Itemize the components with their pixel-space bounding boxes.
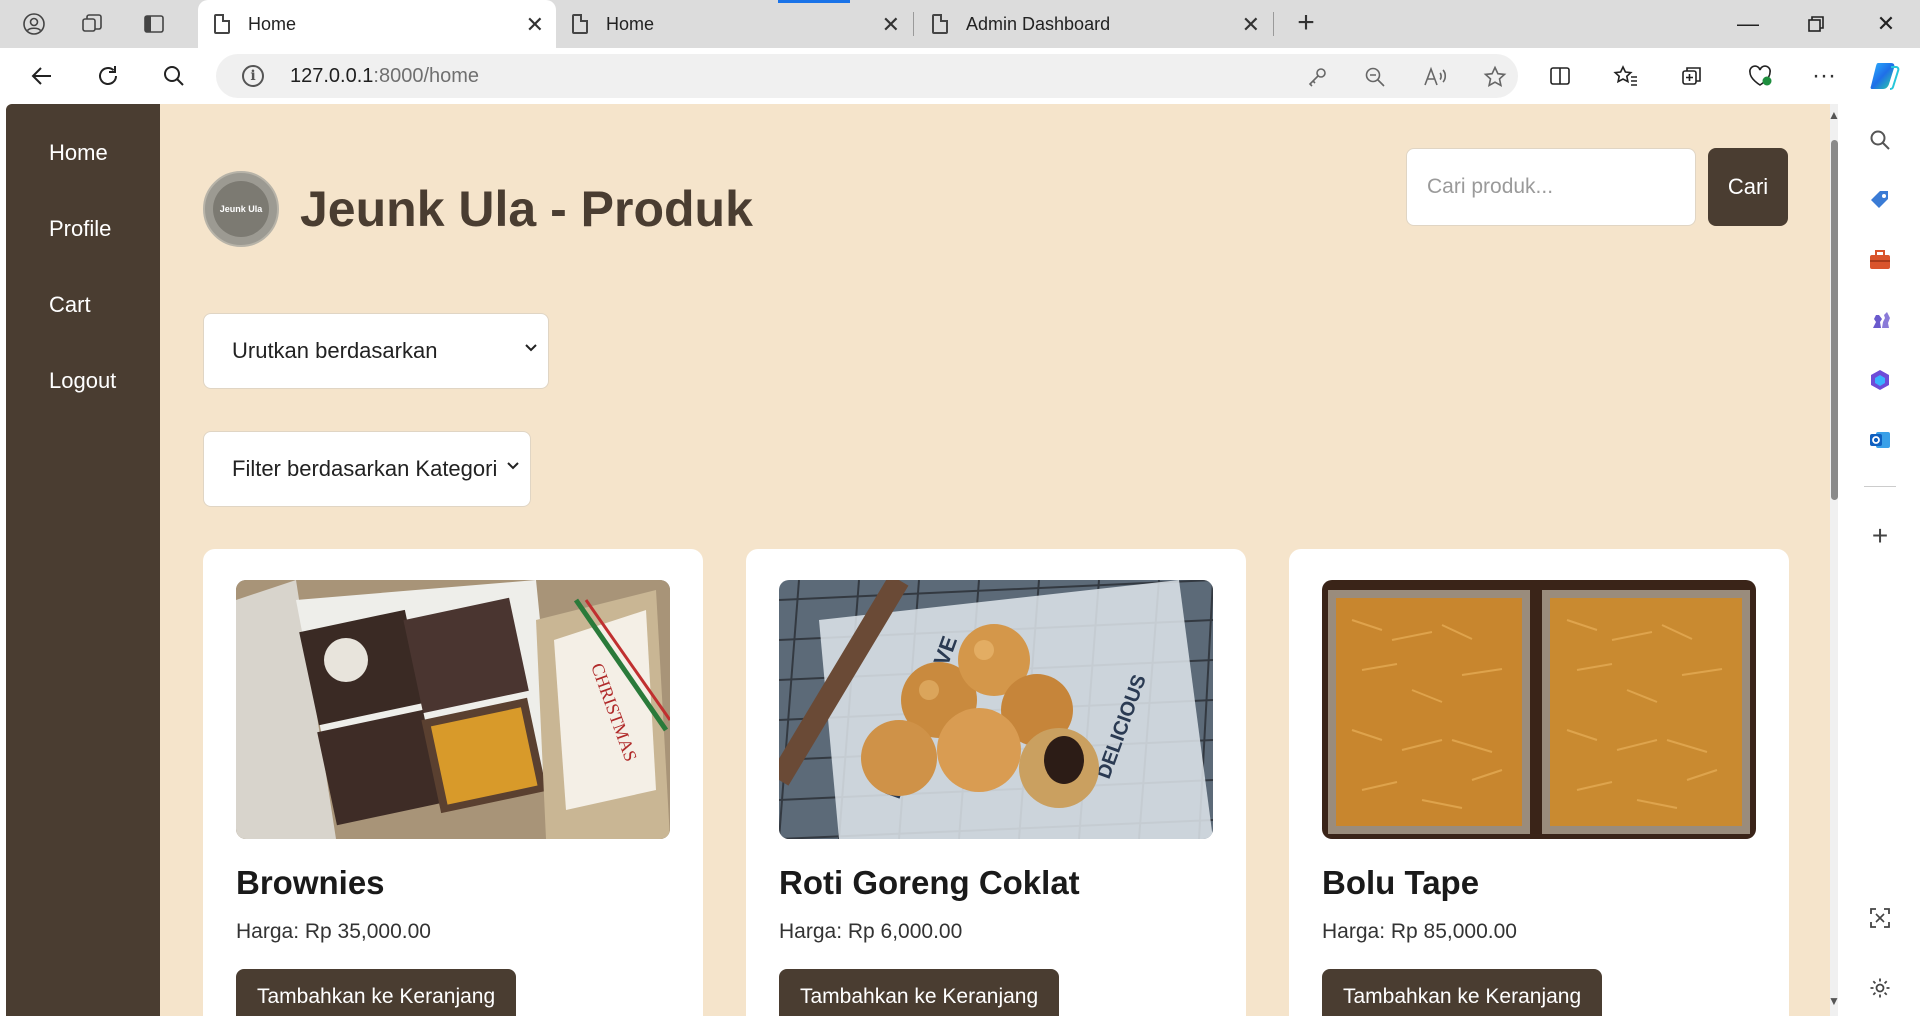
product-card: Bolu Tape Harga: Rp 85,000.00 Tambahkan … bbox=[1289, 549, 1789, 1016]
brand-logo: Jeunk Ula bbox=[203, 171, 279, 247]
add-to-cart-button[interactable]: Tambahkan ke Keranjang bbox=[236, 969, 517, 1016]
settings-more-icon[interactable]: ··· bbox=[1804, 56, 1844, 96]
read-aloud-icon[interactable] bbox=[1420, 62, 1450, 92]
search-input[interactable]: Cari produk... bbox=[1406, 148, 1696, 226]
product-image-bolu-tape bbox=[1322, 580, 1756, 839]
tab-admin-dashboard[interactable]: Admin Dashboard ✕ bbox=[916, 0, 1272, 48]
browser-tab-strip: Home ✕ Home ✕ Admin Dashboard ✕ + — ✕ bbox=[0, 0, 1920, 48]
product-price: Harga: Rp 85,000.00 bbox=[1322, 920, 1517, 943]
copilot-icon[interactable] bbox=[1866, 56, 1906, 96]
games-icon[interactable] bbox=[1862, 302, 1898, 338]
microsoft-365-icon[interactable] bbox=[1862, 362, 1898, 398]
chevron-down-icon bbox=[506, 458, 520, 476]
tools-briefcase-icon[interactable] bbox=[1862, 242, 1898, 278]
product-image-brownies: CHRISTMAS bbox=[236, 580, 670, 839]
url-text[interactable]: 127.0.0.1:8000/home bbox=[290, 65, 479, 88]
product-price: Harga: Rp 35,000.00 bbox=[236, 920, 431, 943]
browser-toolbar: i 127.0.0.1:8000/home ··· bbox=[0, 48, 1920, 104]
product-card: PREPARE LOVE DELICIOUS Roti Goreng Cokla… bbox=[746, 549, 1246, 1016]
sidebar-item-cart[interactable]: Cart bbox=[49, 292, 91, 318]
tab-title: Home bbox=[606, 13, 655, 34]
sidebar-item-logout[interactable]: Logout bbox=[49, 368, 116, 394]
product-price: Harga: Rp 6,000.00 bbox=[779, 920, 963, 943]
profile-icon[interactable] bbox=[12, 6, 56, 42]
page-title: Jeunk Ula - Produk bbox=[300, 181, 753, 237]
page-icon bbox=[572, 14, 588, 34]
collections-icon[interactable] bbox=[1672, 56, 1712, 96]
tab-separator bbox=[913, 12, 914, 36]
screenshot-icon[interactable] bbox=[1862, 900, 1898, 936]
sidebar-settings-gear-icon[interactable] bbox=[1862, 970, 1898, 1006]
outlook-icon[interactable] bbox=[1862, 422, 1898, 458]
add-sidebar-app-plus-icon[interactable]: + bbox=[1862, 518, 1898, 554]
split-screen-icon[interactable] bbox=[1540, 56, 1580, 96]
category-filter-select[interactable]: Filter berdasarkan Kategori bbox=[203, 431, 531, 507]
shopping-tag-icon[interactable] bbox=[1862, 182, 1898, 218]
favorites-icon[interactable] bbox=[1606, 56, 1646, 96]
close-tab-icon[interactable]: ✕ bbox=[882, 12, 900, 38]
sidebar-item-home[interactable]: Home bbox=[49, 140, 108, 166]
product-name: Brownies bbox=[236, 864, 385, 901]
edge-sidebar: + bbox=[1838, 104, 1920, 1021]
search-button[interactable]: Cari bbox=[1708, 148, 1788, 226]
favorite-star-icon[interactable] bbox=[1480, 62, 1510, 92]
zoom-out-icon[interactable] bbox=[1360, 62, 1390, 92]
page-viewport: Home Profile Cart Logout Jeunk Ula Jeunk… bbox=[6, 104, 1832, 1016]
close-window-icon[interactable]: ✕ bbox=[1858, 6, 1914, 42]
tab-separator bbox=[1273, 12, 1274, 36]
category-filter-label: Filter berdasarkan Kategori bbox=[232, 456, 498, 481]
product-name: Bolu Tape bbox=[1322, 864, 1480, 901]
add-to-cart-button[interactable]: Tambahkan ke Keranjang bbox=[779, 969, 1060, 1016]
add-to-cart-button[interactable]: Tambahkan ke Keranjang bbox=[1322, 969, 1603, 1016]
back-arrow-icon[interactable] bbox=[22, 56, 62, 96]
scrollbar-thumb[interactable] bbox=[1831, 140, 1838, 500]
tab-home-active[interactable]: Home ✕ bbox=[198, 0, 556, 48]
browser-essentials-icon[interactable] bbox=[1740, 56, 1780, 96]
tab-home[interactable]: Home ✕ bbox=[556, 0, 912, 48]
address-bar[interactable]: i 127.0.0.1:8000/home bbox=[216, 54, 1518, 98]
sort-select[interactable]: Urutkan berdasarkan bbox=[203, 313, 549, 389]
password-key-icon[interactable] bbox=[1302, 62, 1332, 92]
tab-actions-icon[interactable] bbox=[132, 6, 176, 42]
sidebar-item-profile[interactable]: Profile bbox=[49, 216, 111, 242]
workspaces-icon[interactable] bbox=[70, 6, 114, 42]
sidebar: Home Profile Cart Logout bbox=[6, 104, 160, 1016]
chevron-down-icon bbox=[524, 340, 538, 358]
product-image-roti-goreng-coklat: PREPARE LOVE DELICIOUS bbox=[779, 580, 1213, 839]
page-scrollbar[interactable]: ▲ ▼ bbox=[1828, 104, 1840, 1016]
close-tab-icon[interactable]: ✕ bbox=[1242, 12, 1260, 38]
sidebar-divider bbox=[1864, 486, 1896, 487]
brand-logo-text: Jeunk Ula bbox=[213, 181, 269, 237]
product-name: Roti Goreng Coklat bbox=[779, 864, 1080, 901]
close-tab-icon[interactable]: ✕ bbox=[526, 12, 544, 38]
restore-icon[interactable] bbox=[1788, 6, 1844, 42]
minimize-icon[interactable]: — bbox=[1720, 6, 1776, 42]
tab-title: Home bbox=[248, 13, 297, 34]
page-icon bbox=[214, 14, 230, 34]
tab-title: Admin Dashboard bbox=[966, 13, 1111, 34]
sort-select-label: Urutkan berdasarkan bbox=[232, 338, 438, 363]
site-info-icon[interactable]: i bbox=[242, 65, 264, 87]
search-icon[interactable] bbox=[154, 56, 194, 96]
product-card: CHRISTMAS Brownies Harga: Rp 35,000.00 T… bbox=[203, 549, 703, 1016]
sidebar-search-icon[interactable] bbox=[1862, 122, 1898, 158]
new-tab-plus-icon[interactable]: + bbox=[1286, 6, 1326, 42]
refresh-icon[interactable] bbox=[88, 56, 128, 96]
page-icon bbox=[932, 14, 948, 34]
